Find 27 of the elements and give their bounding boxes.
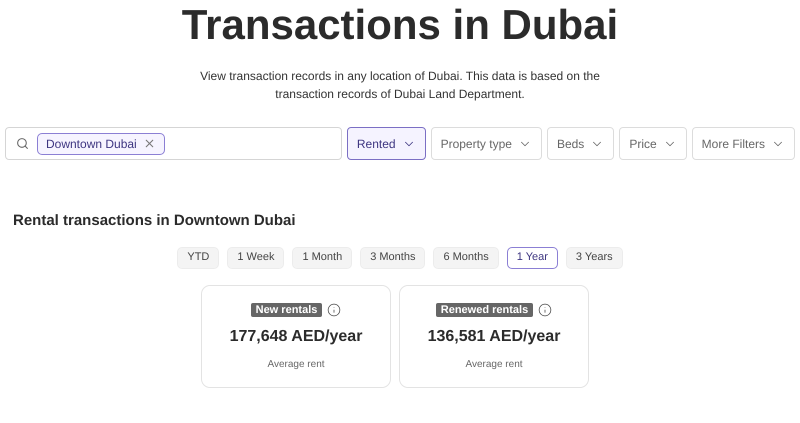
rental-tag: New rentals bbox=[250, 302, 322, 316]
filter-dropdown[interactable]: Beds bbox=[546, 127, 614, 160]
info-icon[interactable] bbox=[327, 302, 342, 316]
period-tab[interactable]: 1 Month bbox=[292, 246, 352, 268]
period-tab[interactable]: 6 Months bbox=[433, 246, 499, 268]
period-tab[interactable]: 1 Week bbox=[227, 246, 284, 268]
filter-dropdown[interactable]: Property type bbox=[430, 127, 542, 160]
rent-caption: Average rent bbox=[465, 358, 523, 372]
page-title: Transactions in Dubai bbox=[182, 4, 618, 46]
info-icon[interactable] bbox=[538, 302, 552, 316]
filter-dropdown[interactable]: Rented bbox=[346, 127, 426, 160]
period-tab[interactable]: 3 Months bbox=[360, 246, 426, 268]
search-field[interactable]: Downtown Dubai bbox=[5, 127, 342, 160]
search-icon bbox=[16, 137, 29, 150]
rent-value: 177,648 AED/year bbox=[230, 326, 362, 346]
filter-dropdown[interactable]: More Filters bbox=[692, 127, 795, 160]
description: View transaction records in any location of Dubai. This data is based on the transaction records of Dubai Land Department. bbox=[199, 68, 601, 103]
rent-value: 136,581 AED/year bbox=[428, 326, 560, 346]
period-tab[interactable]: 1 Year bbox=[506, 246, 558, 268]
rent-caption: Average rent bbox=[267, 358, 325, 372]
period-tab[interactable]: 3 Years bbox=[566, 246, 623, 268]
close-icon[interactable] bbox=[142, 137, 156, 150]
location-chip[interactable]: Downtown Dubai bbox=[37, 132, 165, 154]
filter-dropdown[interactable]: Price bbox=[619, 127, 687, 160]
period-tab[interactable]: YTD bbox=[177, 246, 220, 268]
rental-tag: Renewed rentals bbox=[436, 302, 534, 316]
section-title: Rental transactions in Downtown Dubai bbox=[13, 211, 297, 231]
